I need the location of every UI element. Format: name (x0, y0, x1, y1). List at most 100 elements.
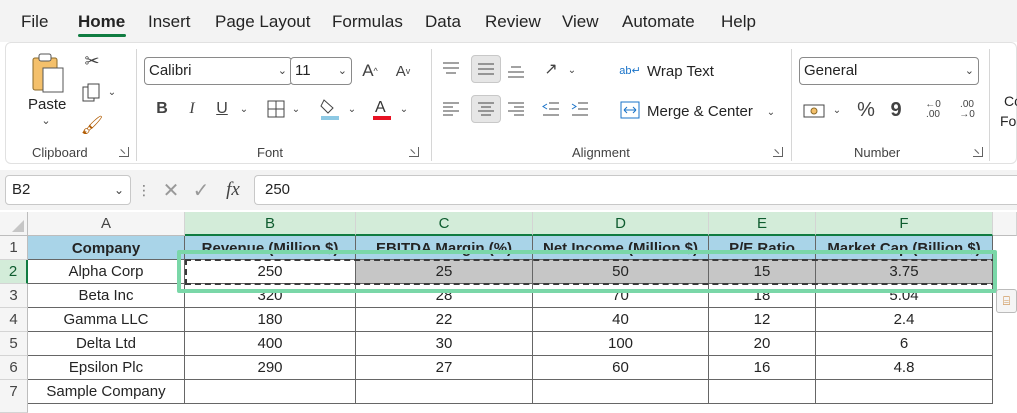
accounting-format-icon[interactable] (802, 99, 828, 123)
cut-icon[interactable]: ✂ (80, 49, 104, 73)
cell-c3[interactable]: 28 (356, 284, 533, 308)
header-cell-revenue[interactable]: Revenue (Million $) (185, 236, 356, 260)
cell-e7[interactable] (709, 380, 816, 404)
column-header-d[interactable]: D (533, 212, 709, 236)
cell-c6[interactable]: 27 (356, 356, 533, 380)
column-header-f[interactable]: F (816, 212, 993, 236)
drag-handle-icon[interactable]: ⋮ (137, 179, 151, 201)
increase-decimal-icon[interactable]: ←0.00 (918, 97, 948, 123)
cell-e5[interactable]: 20 (709, 332, 816, 356)
header-cell-company[interactable]: Company (28, 236, 185, 260)
decrease-indent-icon[interactable] (539, 97, 563, 121)
menu-review[interactable]: Review (485, 12, 541, 32)
column-header-e[interactable]: E (709, 212, 816, 236)
cell-f3[interactable]: 5.04 (816, 284, 993, 308)
cell-d2[interactable]: 50 (533, 260, 709, 284)
row-header-6[interactable]: 6 (0, 356, 28, 380)
merge-chevron-icon[interactable]: ⌄ (765, 103, 777, 121)
merge-center-label[interactable]: Merge & Center (647, 103, 753, 120)
italic-icon[interactable]: I (182, 97, 202, 121)
cell-e3[interactable]: 18 (709, 284, 816, 308)
cell-f5[interactable]: 6 (816, 332, 993, 356)
cell-e6[interactable]: 16 (709, 356, 816, 380)
align-right-icon[interactable] (504, 97, 528, 121)
cell-c7[interactable] (356, 380, 533, 404)
insert-function-icon[interactable]: fx (218, 176, 248, 204)
wrap-text-label[interactable]: Wrap Text (647, 63, 714, 80)
menu-view[interactable]: View (562, 12, 599, 32)
formula-input[interactable]: 250 (254, 175, 1017, 205)
cell-d3[interactable]: 70 (533, 284, 709, 308)
paste-label[interactable]: Paste (28, 96, 66, 113)
number-launcher-icon[interactable] (973, 147, 983, 157)
fill-color-chevron-icon[interactable]: ⌄ (346, 99, 358, 119)
header-cell-pe-ratio[interactable]: P/E Ratio (709, 236, 816, 260)
clipboard-launcher-icon[interactable] (119, 147, 129, 157)
merge-center-icon[interactable] (618, 98, 642, 122)
percent-icon[interactable]: % (854, 97, 878, 123)
row-header-5[interactable]: 5 (0, 332, 28, 356)
header-cell-ebitda[interactable]: EBITDA Margin (%) (356, 236, 533, 260)
cell-f7[interactable] (816, 380, 993, 404)
alignment-launcher-icon[interactable] (773, 147, 783, 157)
font-name-dropdown[interactable]: Calibri ⌄ (144, 57, 292, 85)
menu-page-layout[interactable]: Page Layout (215, 12, 310, 32)
increase-font-size-icon[interactable]: A ^ (358, 59, 382, 83)
cell-d4[interactable]: 40 (533, 308, 709, 332)
cancel-icon[interactable]: ✕ (158, 178, 184, 202)
menu-data[interactable]: Data (425, 12, 461, 32)
cell-d7[interactable] (533, 380, 709, 404)
number-format-dropdown[interactable]: General ⌄ (799, 57, 979, 85)
cell-e4[interactable]: 12 (709, 308, 816, 332)
cell-c5[interactable]: 30 (356, 332, 533, 356)
paste-icon[interactable] (28, 51, 66, 95)
font-color-chevron-icon[interactable]: ⌄ (398, 99, 410, 119)
fill-color-icon[interactable] (318, 95, 342, 123)
row-header-1[interactable]: 1 (0, 236, 28, 260)
cell-f6[interactable]: 4.8 (816, 356, 993, 380)
cell-b3[interactable]: 320 (185, 284, 356, 308)
orientation-icon[interactable]: ↗ (539, 57, 563, 81)
cell-a7[interactable]: Sample Company (28, 380, 185, 404)
enter-check-icon[interactable]: ✓ (188, 178, 214, 202)
font-size-dropdown[interactable]: 11 ⌄ (290, 57, 352, 85)
cell-d6[interactable]: 60 (533, 356, 709, 380)
column-header-c[interactable]: C (356, 212, 533, 236)
row-header-2[interactable]: 2 (0, 260, 28, 284)
copy-icon[interactable] (80, 81, 104, 105)
select-all-button[interactable] (0, 212, 28, 236)
menu-home[interactable]: Home (78, 12, 125, 32)
row-header-3[interactable]: 3 (0, 284, 28, 308)
borders-chevron-icon[interactable]: ⌄ (290, 99, 302, 119)
cell-a4[interactable]: Gamma LLC (28, 308, 185, 332)
menu-formulas[interactable]: Formulas (332, 12, 403, 32)
font-launcher-icon[interactable] (409, 147, 419, 157)
name-box[interactable]: B2 ⌄ (5, 175, 131, 205)
align-center-icon[interactable] (471, 95, 501, 123)
font-color-icon[interactable]: A (370, 95, 394, 123)
conditional-format-label-2[interactable]: Fo (1000, 113, 1016, 129)
decrease-font-size-icon[interactable]: Av (391, 59, 415, 83)
cell-b7[interactable] (185, 380, 356, 404)
row-header-7[interactable]: 7 (0, 380, 28, 413)
underline-chevron-icon[interactable]: ⌄ (238, 99, 250, 119)
cell-a6[interactable]: Epsilon Plc (28, 356, 185, 380)
menu-insert[interactable]: Insert (148, 12, 191, 32)
cell-c2[interactable]: 25 (356, 260, 533, 284)
column-header-g[interactable] (993, 212, 1017, 236)
column-header-b[interactable]: B (185, 212, 356, 236)
cell-b5[interactable]: 400 (185, 332, 356, 356)
cell-a5[interactable]: Delta Ltd (28, 332, 185, 356)
orientation-chevron-icon[interactable]: ⌄ (566, 61, 578, 79)
cell-c4[interactable]: 22 (356, 308, 533, 332)
menu-help[interactable]: Help (721, 12, 756, 32)
copy-chevron-icon[interactable]: ⌄ (106, 85, 118, 99)
decrease-decimal-icon[interactable]: .00 →0 (952, 97, 982, 123)
borders-icon[interactable] (264, 97, 288, 121)
format-painter-icon[interactable]: 🖌 (80, 113, 104, 137)
header-cell-market-cap[interactable]: Market Cap (Billion $) (816, 236, 993, 260)
cell-a2[interactable]: Alpha Corp (28, 260, 185, 284)
wrap-text-icon[interactable]: ab↵ (618, 58, 642, 82)
accounting-chevron-icon[interactable]: ⌄ (831, 101, 843, 119)
align-left-icon[interactable] (439, 97, 463, 121)
